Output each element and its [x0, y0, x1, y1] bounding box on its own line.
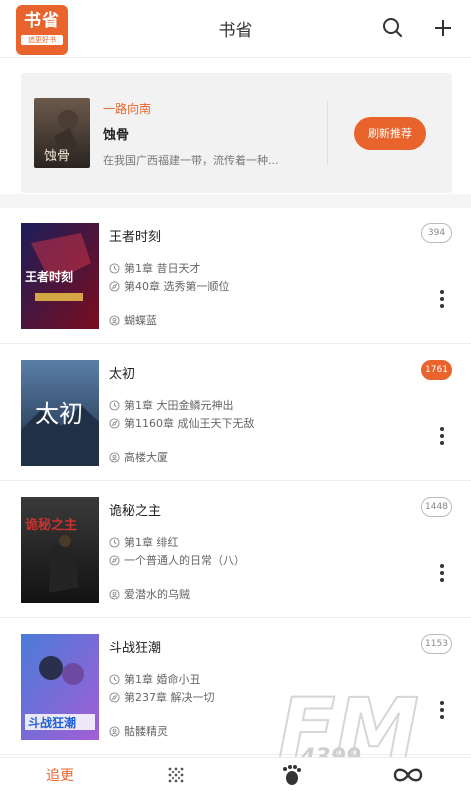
user-icon [109, 315, 120, 326]
clock-icon [109, 263, 120, 274]
section-separator [0, 194, 471, 208]
book-title: 太初 [109, 367, 136, 382]
book-cover-title: 斗战狂潮 [28, 715, 76, 730]
more-options-icon[interactable] [433, 699, 451, 721]
more-options-icon[interactable] [433, 562, 451, 584]
clock-icon [109, 537, 120, 548]
author-row: 骷髅精灵 [109, 723, 168, 739]
author: 骷髅精灵 [124, 725, 168, 738]
latest-chapter-row: 第237章 解决一切 [109, 689, 215, 705]
author: 蝴蝶蓝 [124, 314, 157, 327]
infinity-icon[interactable] [378, 758, 438, 791]
tab-follow[interactable]: 追更 [30, 758, 90, 791]
book-title: 诡秘之主 [109, 504, 162, 519]
recommend-card[interactable]: 蚀骨 一路向南 蚀骨 在我国广西福建一带，流传着一种... 刷新推荐 [21, 73, 452, 193]
update-count-badge: 1153 [421, 634, 452, 654]
latest-chapter: 第1160章 成仙王天下无敌 [124, 417, 255, 430]
first-chapter-row: 第1章 婚命小丑 [109, 671, 201, 687]
user-icon [109, 589, 120, 600]
latest-chapter: 第40章 选秀第一顺位 [124, 280, 230, 293]
latest-chapter-row: 第1160章 成仙王天下无敌 [109, 415, 255, 431]
latest-chapter-row: 第40章 选秀第一顺位 [109, 278, 230, 294]
first-chapter: 第1章 绯红 [124, 536, 179, 549]
user-icon [109, 726, 120, 737]
search-icon[interactable] [380, 15, 406, 41]
user-icon [109, 452, 120, 463]
first-chapter-row: 第1章 昔日天才 [109, 260, 201, 276]
book-title: 斗战狂潮 [109, 641, 162, 656]
book-item[interactable]: 太初 太初 第1章 大田金鳞元神出 第1160章 成仙王天下无敌 高楼大厦 17… [0, 345, 471, 481]
recommend-cover-title: 蚀骨 [44, 149, 70, 164]
book-item[interactable]: 诡秘之主 诡秘之主 第1章 绯红 一个普通人的日常（八） 爱潜水的乌贼 1448 [0, 482, 471, 618]
author-row: 高楼大厦 [109, 449, 168, 465]
compass-icon [109, 418, 120, 429]
book-cover-title: 诡秘之主 [25, 517, 77, 533]
recommend-description: 在我国广西福建一带，流传着一种... [103, 154, 279, 167]
first-chapter-row: 第1章 大田金鳞元神出 [109, 397, 234, 413]
first-chapter-row: 第1章 绯红 [109, 534, 179, 550]
first-chapter: 第1章 昔日天才 [124, 262, 201, 275]
recommend-divider [327, 101, 328, 165]
clock-icon [109, 674, 120, 685]
book-cover-title: 王者时刻 [25, 269, 73, 284]
author: 爱潜水的乌贼 [124, 588, 190, 601]
update-count-badge: 1448 [421, 497, 452, 517]
app-header: 书省 追更好书 书省 [0, 0, 471, 58]
update-count-badge: 1761 [421, 360, 452, 380]
first-chapter: 第1章 婚命小丑 [124, 673, 201, 686]
refresh-recommend-button[interactable]: 刷新推荐 [354, 117, 426, 150]
compass-icon [109, 555, 120, 566]
compass-icon [109, 281, 120, 292]
compass-icon [109, 692, 120, 703]
first-chapter: 第1章 大田金鳞元神出 [124, 399, 234, 412]
bottom-tab-bar: 追更 [0, 757, 471, 791]
book-item[interactable]: 王者时刻 王者时刻 第1章 昔日天才 第40章 选秀第一顺位 蝴蝶蓝 394 [0, 208, 471, 344]
book-cover[interactable]: 诡秘之主 [21, 497, 99, 603]
more-options-icon[interactable] [433, 425, 451, 447]
latest-chapter-row: 一个普通人的日常（八） [109, 552, 245, 568]
recommend-book-title: 蚀骨 [103, 128, 130, 143]
author-row: 蝴蝶蓝 [109, 312, 157, 328]
book-cover[interactable]: 太初 [21, 360, 99, 466]
update-count-badge: 394 [421, 223, 452, 243]
book-cover[interactable]: 斗战狂潮 [21, 634, 99, 740]
author: 高楼大厦 [124, 451, 168, 464]
recommend-tag: 一路向南 [103, 102, 152, 116]
footprint-icon[interactable] [262, 758, 322, 791]
book-item[interactable]: 斗战狂潮 斗战狂潮 第1章 婚命小丑 第237章 解决一切 骷髅精灵 1153 [0, 619, 471, 755]
clock-icon [109, 400, 120, 411]
book-title: 王者时刻 [109, 230, 162, 245]
dots-grid-icon[interactable] [146, 758, 206, 791]
book-cover[interactable]: 王者时刻 [21, 223, 99, 329]
latest-chapter: 一个普通人的日常（八） [124, 554, 245, 567]
plus-icon[interactable] [430, 15, 456, 41]
book-cover-title: 太初 [35, 400, 83, 428]
latest-chapter: 第237章 解决一切 [124, 691, 215, 704]
author-row: 爱潜水的乌贼 [109, 586, 190, 602]
tab-follow-label: 追更 [46, 768, 74, 784]
recommend-cover[interactable]: 蚀骨 [34, 98, 90, 168]
more-options-icon[interactable] [433, 288, 451, 310]
